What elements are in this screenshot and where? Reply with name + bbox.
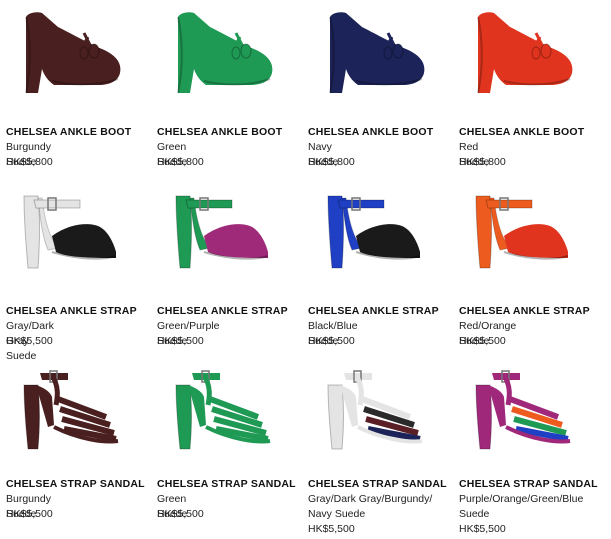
product-price: HK$5,500 [459,335,506,347]
product-name[interactable]: CHELSEA STRAP SANDAL [157,478,296,490]
product-name[interactable]: CHELSEA STRAP SANDAL [308,478,447,490]
product-image[interactable] [18,5,128,105]
product-color: Gray/Dark Gray/Burgundy/ Navy Suede [308,493,433,520]
product-image[interactable] [170,365,280,465]
product-name[interactable]: CHELSEA ANKLE STRAP [6,305,137,317]
product-image[interactable] [322,365,432,465]
product-image[interactable] [470,186,580,286]
product-name[interactable]: CHELSEA ANKLE BOOT [6,126,131,138]
product-price: HK$5,500 [6,508,53,520]
product-price: HK$5,500 [459,523,506,535]
product-image[interactable] [170,186,280,286]
product-image[interactable] [18,365,128,465]
product-name[interactable]: CHELSEA ANKLE STRAP [459,305,590,317]
product-price: HK$5,500 [308,335,355,347]
product-color: Purple/Orange/Green/Blue Suede [459,493,584,520]
product-price: HK$5,500 [157,508,204,520]
product-name[interactable]: CHELSEA ANKLE BOOT [308,126,433,138]
product-price: HK$5,500 [6,335,53,347]
product-name[interactable]: CHELSEA ANKLE STRAP [308,305,439,317]
product-name[interactable]: CHELSEA ANKLE BOOT [459,126,584,138]
product-name[interactable]: CHELSEA ANKLE BOOT [157,126,282,138]
product-image[interactable] [470,5,580,105]
product-image[interactable] [322,5,432,105]
product-price: HK$5,500 [157,335,204,347]
product-name[interactable]: CHELSEA STRAP SANDAL [6,478,145,490]
product-image[interactable] [18,186,128,286]
product-price: HK$5,500 [308,523,355,535]
product-price: HK$5,800 [6,156,53,168]
product-image[interactable] [170,5,280,105]
product-image[interactable] [322,186,432,286]
product-price: HK$5,800 [308,156,355,168]
product-image[interactable] [470,365,580,465]
product-price: HK$5,800 [459,156,506,168]
product-price: HK$5,800 [157,156,204,168]
product-name[interactable]: CHELSEA ANKLE STRAP [157,305,288,317]
product-name[interactable]: CHELSEA STRAP SANDAL [459,478,598,490]
